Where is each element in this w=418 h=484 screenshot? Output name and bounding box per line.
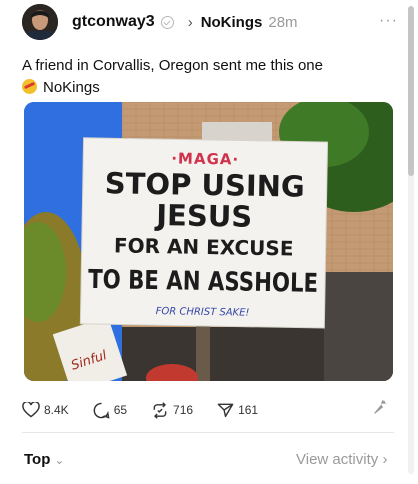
sort-label: Top (24, 451, 51, 468)
view-activity-link[interactable]: View activity › (296, 451, 387, 468)
caption-tag[interactable]: NoKings (43, 79, 100, 96)
repost-button[interactable]: 716 (151, 401, 194, 419)
share-button[interactable]: 161 (217, 402, 258, 418)
post-caption: A friend in Corvallis, Oregon sent me th… (22, 55, 392, 99)
view-activity-label: View activity (296, 451, 379, 468)
caption-text: A friend in Corvallis, Oregon sent me th… (22, 57, 323, 74)
share-icon (217, 403, 234, 418)
tag-emoji-icon (22, 79, 37, 94)
like-button[interactable]: 8.4K (22, 402, 69, 418)
divider (22, 432, 394, 433)
sign-line-jesus: JESUS (154, 198, 253, 234)
post-timestamp: 28m (268, 13, 298, 31)
author-name[interactable]: gtconway3 (72, 13, 155, 31)
like-count: 8.4K (44, 403, 69, 417)
reply-count: 65 (113, 403, 128, 417)
share-count: 161 (238, 403, 259, 417)
repost-count: 716 (173, 403, 194, 417)
chevron-right-icon: › (382, 451, 388, 468)
post-image[interactable]: Sinful ·MAGA· STOP USING JESUS FOR AN EX… (24, 102, 393, 381)
sign-line-maga: ·MAGA· (171, 149, 239, 168)
reply-button[interactable]: 65 (93, 402, 127, 419)
sign-line-christ: FOR CHRIST SAKE! (156, 306, 250, 319)
post-header: gtconway3 › NoKings 28m ··· (22, 4, 398, 40)
sign-line-excuse: FOR AN EXCUSE (114, 233, 294, 260)
heart-icon (22, 402, 40, 418)
chevron-right-icon: › (187, 13, 193, 31)
reply-icon (93, 402, 110, 419)
community-name[interactable]: NoKings (201, 14, 263, 31)
sort-dropdown[interactable]: Top ⌄ (24, 451, 64, 468)
scrollbar-thumb[interactable] (408, 6, 414, 176)
protest-sign: ·MAGA· STOP USING JESUS FOR AN EXCUSE TO… (79, 137, 329, 329)
caption-tag-row[interactable]: NoKings (22, 77, 392, 99)
repost-icon (153, 401, 167, 419)
more-horizontal-icon[interactable]: ··· (379, 12, 398, 30)
avatar[interactable] (22, 4, 58, 40)
wrench-icon[interactable] (372, 398, 390, 416)
sign-line-asshole: TO BE AN ASSHOLE (88, 265, 318, 299)
action-bar: 8.4K 65 716 161 (22, 400, 394, 420)
verified-check-icon (160, 15, 174, 29)
chevron-down-icon: ⌄ (54, 453, 65, 467)
